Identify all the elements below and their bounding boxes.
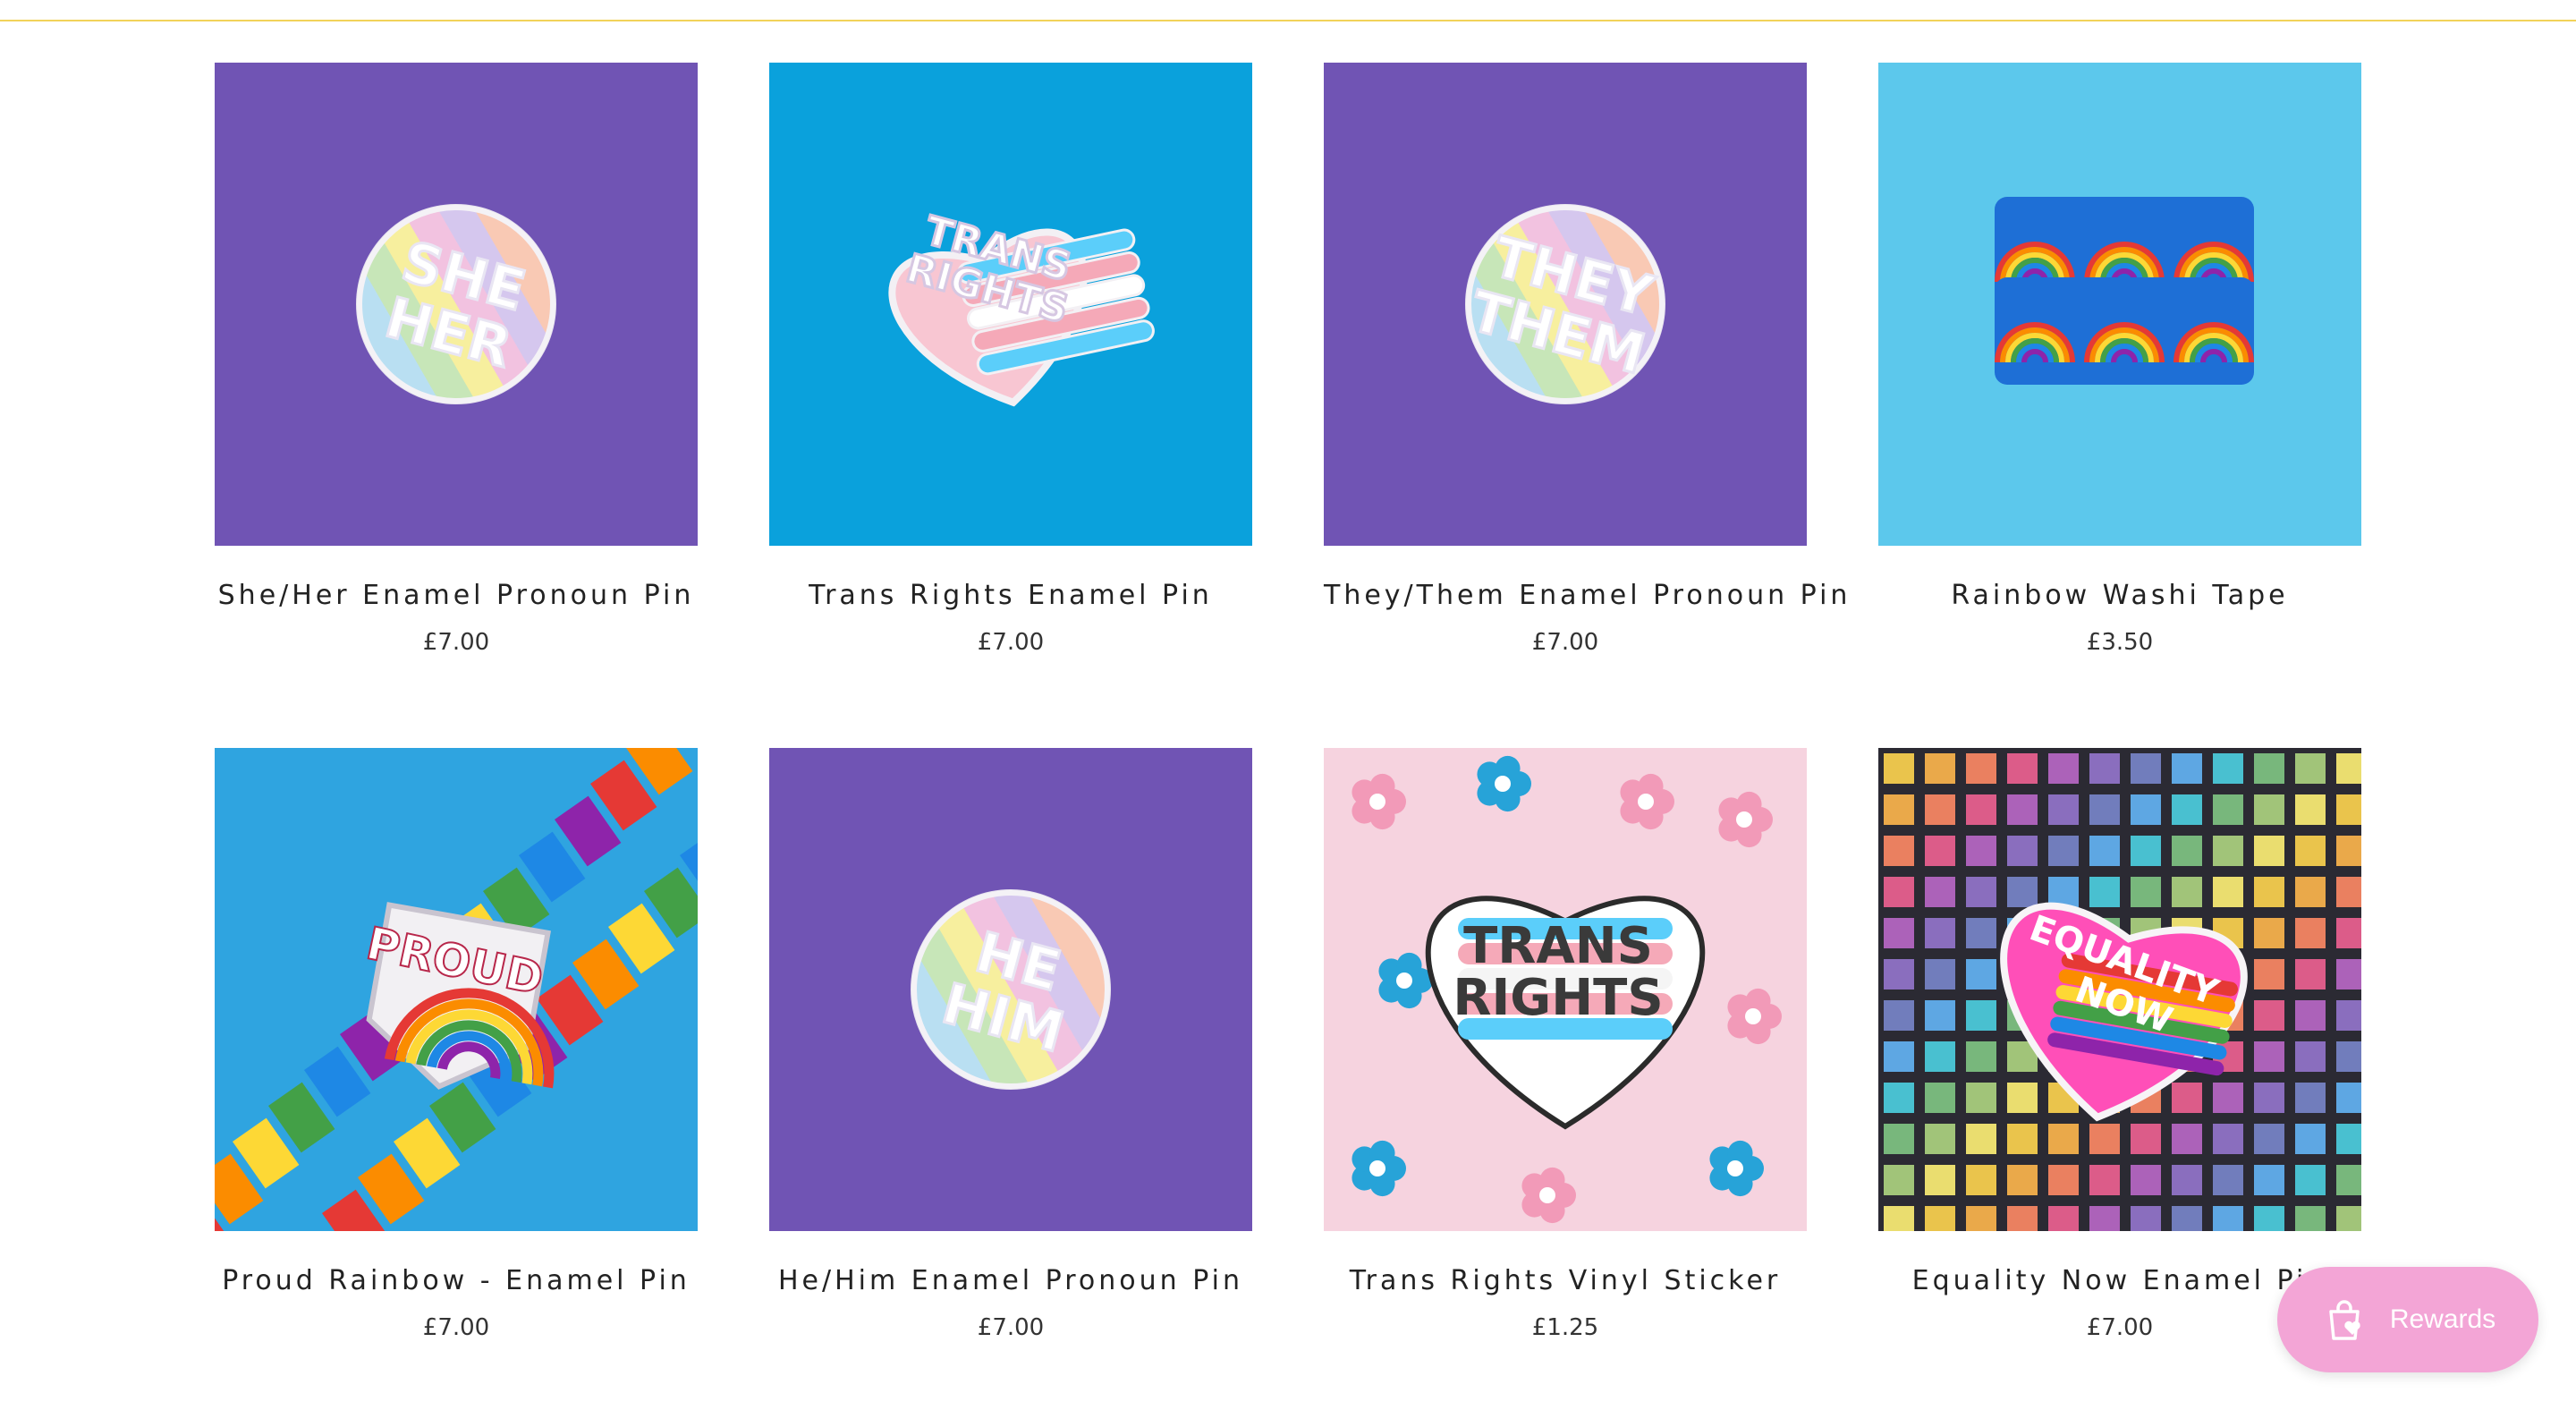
product-price: £7.00 <box>422 629 490 656</box>
product-card[interactable]: THEY THEM They/Them Enamel Pronoun Pin £7… <box>1324 63 1847 658</box>
product-price: £7.00 <box>977 629 1045 656</box>
product-price: £7.00 <box>422 1314 490 1341</box>
product-card[interactable]: HE HIM He/Him Enamel Pronoun Pin £7.00 <box>769 748 1252 1344</box>
product-image[interactable]: THEY THEM <box>1324 63 1807 546</box>
product-title[interactable]: Proud Rainbow - Enamel Pin <box>215 1263 698 1299</box>
product-title[interactable]: Rainbow Washi Tape <box>1878 578 2361 614</box>
product-image[interactable]: SHE HER <box>215 63 698 546</box>
product-title[interactable]: Trans Rights Enamel Pin <box>769 578 1252 614</box>
product-card[interactable]: TRANS RIGHTS Trans Rights Vinyl Sticker £… <box>1324 748 1807 1344</box>
product-image[interactable] <box>1878 63 2361 546</box>
product-title[interactable]: They/Them Enamel Pronoun Pin <box>1324 578 1847 614</box>
product-image[interactable]: EQUALITY NOW <box>1878 748 2361 1231</box>
product-price: £1.25 <box>1531 1314 1599 1341</box>
product-image[interactable]: PROUD <box>215 748 698 1231</box>
rewards-button[interactable]: Rewards <box>2277 1267 2538 1372</box>
product-card[interactable]: TRANS RIGHTS Trans Rights Enamel Pin £7.0… <box>769 63 1252 658</box>
product-price: £7.00 <box>977 1314 1045 1341</box>
product-card[interactable]: SHE HER She/Her Enamel Pronoun Pin £7.00 <box>215 63 698 658</box>
product-title[interactable]: She/Her Enamel Pronoun Pin <box>215 578 698 614</box>
product-title[interactable]: Trans Rights Vinyl Sticker <box>1324 1263 1807 1299</box>
product-card[interactable]: Rainbow Washi Tape £3.50 <box>1878 63 2361 658</box>
product-image[interactable]: HE HIM <box>769 748 1252 1231</box>
product-title[interactable]: He/Him Enamel Pronoun Pin <box>769 1263 1252 1299</box>
product-image[interactable]: TRANS RIGHTS <box>769 63 1252 546</box>
header-divider <box>0 0 2576 21</box>
shopping-bag-heart-icon <box>2320 1295 2368 1344</box>
product-image[interactable]: TRANS RIGHTS <box>1324 748 1807 1231</box>
product-card[interactable]: PROUD Proud Rainbow - Enamel Pin £7.00 <box>215 748 698 1344</box>
rewards-label: Rewards <box>2389 1304 2496 1334</box>
svg-text:TRANS: TRANS <box>1463 917 1653 975</box>
product-price: £3.50 <box>2086 629 2154 656</box>
product-price: £7.00 <box>1531 629 1599 656</box>
product-grid: SHE HER She/Her Enamel Pronoun Pin £7.00 … <box>215 63 2361 1344</box>
product-card[interactable]: EQUALITY NOW Equality Now Enamel Pin £7.0… <box>1878 748 2361 1344</box>
svg-text:RIGHTS: RIGHTS <box>1453 969 1663 1027</box>
